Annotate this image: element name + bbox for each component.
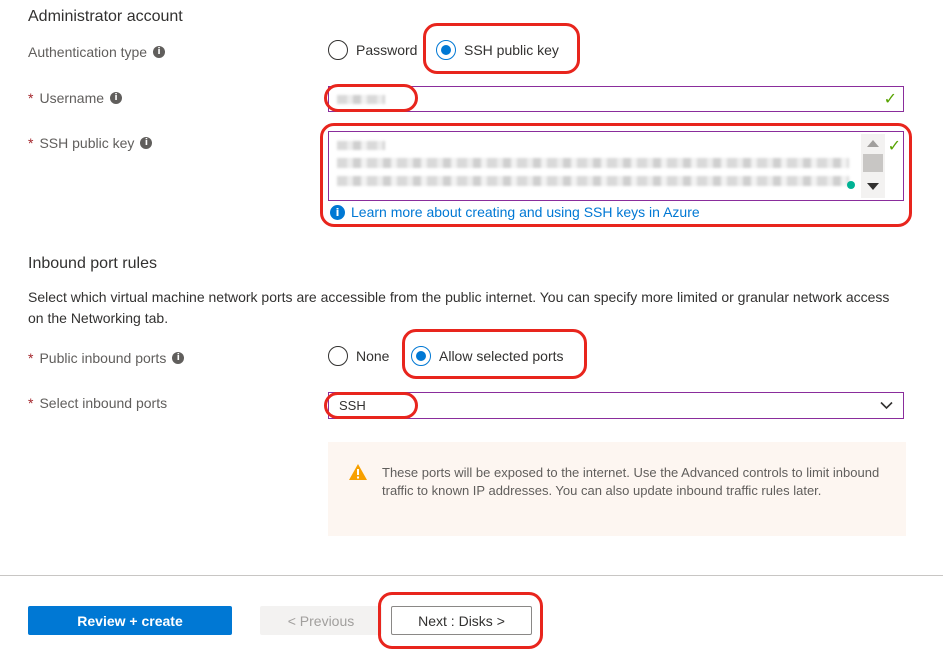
previous-button[interactable]: < Previous — [260, 606, 382, 635]
scrollbar[interactable] — [861, 134, 885, 198]
valid-check-icon: ✓ — [883, 89, 897, 108]
radio-ssh-key-label: SSH public key — [464, 42, 559, 58]
info-icon[interactable]: i — [153, 46, 166, 58]
public-ports-label-text: Public inbound ports — [39, 350, 167, 366]
warning-box: These ports will be exposed to the inter… — [328, 442, 906, 536]
review-create-button[interactable]: Review + create — [28, 606, 232, 635]
auth-type-label-text: Authentication type — [28, 44, 148, 60]
valid-check-icon: ✓ — [887, 136, 901, 155]
info-icon[interactable]: i — [172, 352, 185, 364]
grammar-indicator-icon — [847, 181, 855, 189]
username-label: * Username i — [28, 89, 123, 107]
required-marker: * — [28, 135, 34, 151]
scroll-thumb[interactable] — [863, 154, 883, 172]
select-ports-label-text: Select inbound ports — [39, 395, 168, 411]
radio-allow-selected[interactable]: Allow selected ports — [411, 346, 564, 366]
username-label-text: Username — [39, 90, 105, 106]
ssh-learn-more-link[interactable]: Learn more about creating and using SSH … — [351, 204, 700, 220]
ssh-learn-more[interactable]: i Learn more about creating and using SS… — [330, 204, 700, 220]
required-marker: * — [28, 395, 34, 411]
radio-none[interactable]: None — [328, 346, 389, 366]
next-disks-button[interactable]: Next : Disks > — [391, 606, 532, 635]
ssh-key-label-text: SSH public key — [39, 135, 135, 151]
scroll-down-icon[interactable] — [867, 183, 879, 190]
username-input[interactable]: ✓ — [328, 86, 904, 112]
required-marker: * — [28, 350, 34, 366]
select-ports-dropdown[interactable]: SSH — [328, 392, 904, 419]
section-title-admin: Administrator account — [28, 8, 183, 25]
radio-none-label: None — [356, 348, 390, 364]
warning-icon — [349, 464, 367, 480]
public-ports-label: * Public inbound ports i — [28, 349, 185, 367]
radio-password-label: Password — [356, 42, 418, 58]
inbound-description: Select which virtual machine network por… — [28, 289, 890, 326]
warning-text: These ports will be exposed to the inter… — [382, 465, 880, 498]
ssh-key-textarea[interactable]: ✓ — [328, 131, 904, 201]
info-icon[interactable]: i — [140, 137, 153, 149]
required-marker: * — [28, 90, 34, 106]
radio-password-circle[interactable] — [328, 40, 348, 60]
redacted-ssh-key — [337, 176, 849, 186]
footer-divider — [0, 575, 943, 576]
auth-type-label: Authentication type i — [28, 43, 166, 61]
select-ports-label: * Select inbound ports — [28, 394, 167, 412]
radio-password[interactable]: Password — [328, 40, 417, 60]
radio-ssh-key[interactable]: SSH public key — [436, 40, 559, 60]
redacted-username — [337, 95, 385, 104]
radio-allow-selected-label: Allow selected ports — [439, 348, 564, 364]
radio-allow-selected-circle[interactable] — [411, 346, 431, 366]
scroll-up-icon[interactable] — [867, 140, 879, 147]
radio-ssh-key-circle[interactable] — [436, 40, 456, 60]
ssh-key-label: * SSH public key i — [28, 134, 153, 152]
section-title-inbound: Inbound port rules — [28, 255, 157, 272]
redacted-ssh-key — [337, 158, 849, 168]
chevron-down-icon[interactable] — [880, 401, 893, 410]
select-ports-value: SSH — [339, 398, 366, 413]
radio-none-circle[interactable] — [328, 346, 348, 366]
info-icon[interactable]: i — [110, 92, 123, 104]
redacted-ssh-key — [337, 141, 385, 150]
info-icon: i — [330, 204, 345, 220]
